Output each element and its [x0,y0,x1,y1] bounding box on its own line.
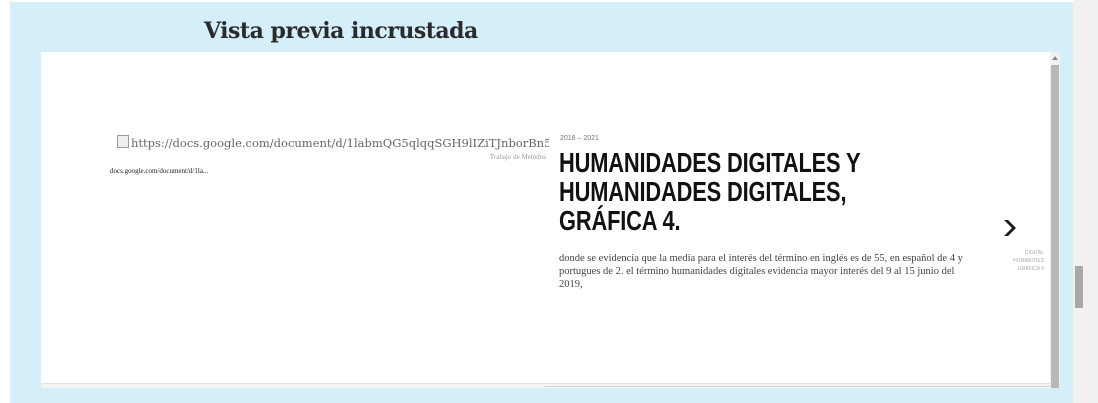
panel-title: Vista previa incrustada [204,18,478,44]
page-scrollbar[interactable] [1073,0,1098,403]
slide-description: donde se evidencia que la media para el … [559,253,963,290]
broken-image-icon [117,135,129,148]
chevron-right-icon [1004,220,1016,236]
embed-scrollbar-thumb[interactable] [1051,65,1059,388]
embed-scrollbar[interactable] [1050,52,1060,388]
embedded-preview-panel: Vista previa incrustada https://docs.goo… [10,2,1073,403]
date-range: 2018 – 2021 [560,135,599,142]
image-alt-text: https://docs.google.com/document/d/1labm… [131,136,549,150]
bottom-toolbar [41,383,1052,388]
next-slide-caption: DIGITAL HUMANITIES GRÁFICA 5 [1013,250,1044,272]
embed-frame[interactable]: https://docs.google.com/document/d/1labm… [41,52,1060,388]
bottom-input-field[interactable] [545,386,1052,388]
slide-headline: HUMANIDADES DIGITALES Y HUMANIDADES DIGI… [559,147,860,236]
next-slide-button[interactable] [999,218,1019,238]
page-scrollbar-thumb[interactable] [1075,266,1083,308]
doc-url-link[interactable]: docs.google.com/document/d/1la... [110,167,208,175]
image-caption: Trabajo de Metódos [489,153,546,161]
scroll-up-arrow-icon[interactable] [1052,56,1058,60]
